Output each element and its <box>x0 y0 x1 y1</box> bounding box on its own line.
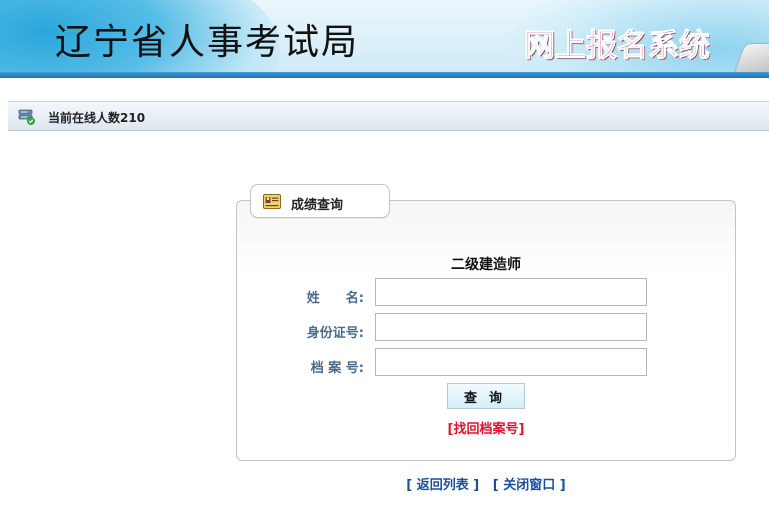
system-logo-char: 名 <box>617 28 649 65</box>
system-logo-char: 报 <box>586 28 618 65</box>
retrieve-file-number-link[interactable]: [找回档案号] <box>436 418 536 437</box>
server-status-icon <box>18 109 35 125</box>
footer-links: [ 返回列表 ] [ 关闭窗口 ] <box>380 474 592 493</box>
file-number-input[interactable] <box>375 348 647 376</box>
online-users-count: 当前在线人数210 <box>48 111 146 125</box>
name-input[interactable] <box>375 278 647 306</box>
tab-label: 成绩查询 <box>291 198 344 213</box>
system-logo-char: 网 <box>524 28 556 65</box>
banner-stripe <box>0 72 769 78</box>
system-logo-char: 上 <box>555 28 587 65</box>
file-number-label: 档 案 号: <box>310 361 364 376</box>
site-title: 辽宁省人事考试局 <box>55 22 360 63</box>
header-banner: 辽宁省人事考试局 网上报名系统 <box>0 0 769 78</box>
id-number-label: 身份证号: <box>306 326 364 341</box>
system-logo-text: 网上报名系统 <box>524 20 711 65</box>
system-logo-char: 统 <box>679 28 711 65</box>
id-number-input[interactable] <box>375 313 647 341</box>
tab-score-query: 成绩查询 <box>250 184 390 218</box>
name-label: 姓 名: <box>306 291 364 306</box>
system-logo-char: 系 <box>648 28 680 65</box>
close-window-link[interactable]: [ 关闭窗口 ] <box>493 478 566 493</box>
back-to-list-link[interactable]: [ 返回列表 ] <box>406 478 479 493</box>
online-users-bar: 当前在线人数210 <box>8 101 769 131</box>
exam-name: 二级建造师 <box>451 257 521 273</box>
query-button[interactable]: 查询 <box>447 383 525 409</box>
id-card-icon <box>263 194 281 209</box>
